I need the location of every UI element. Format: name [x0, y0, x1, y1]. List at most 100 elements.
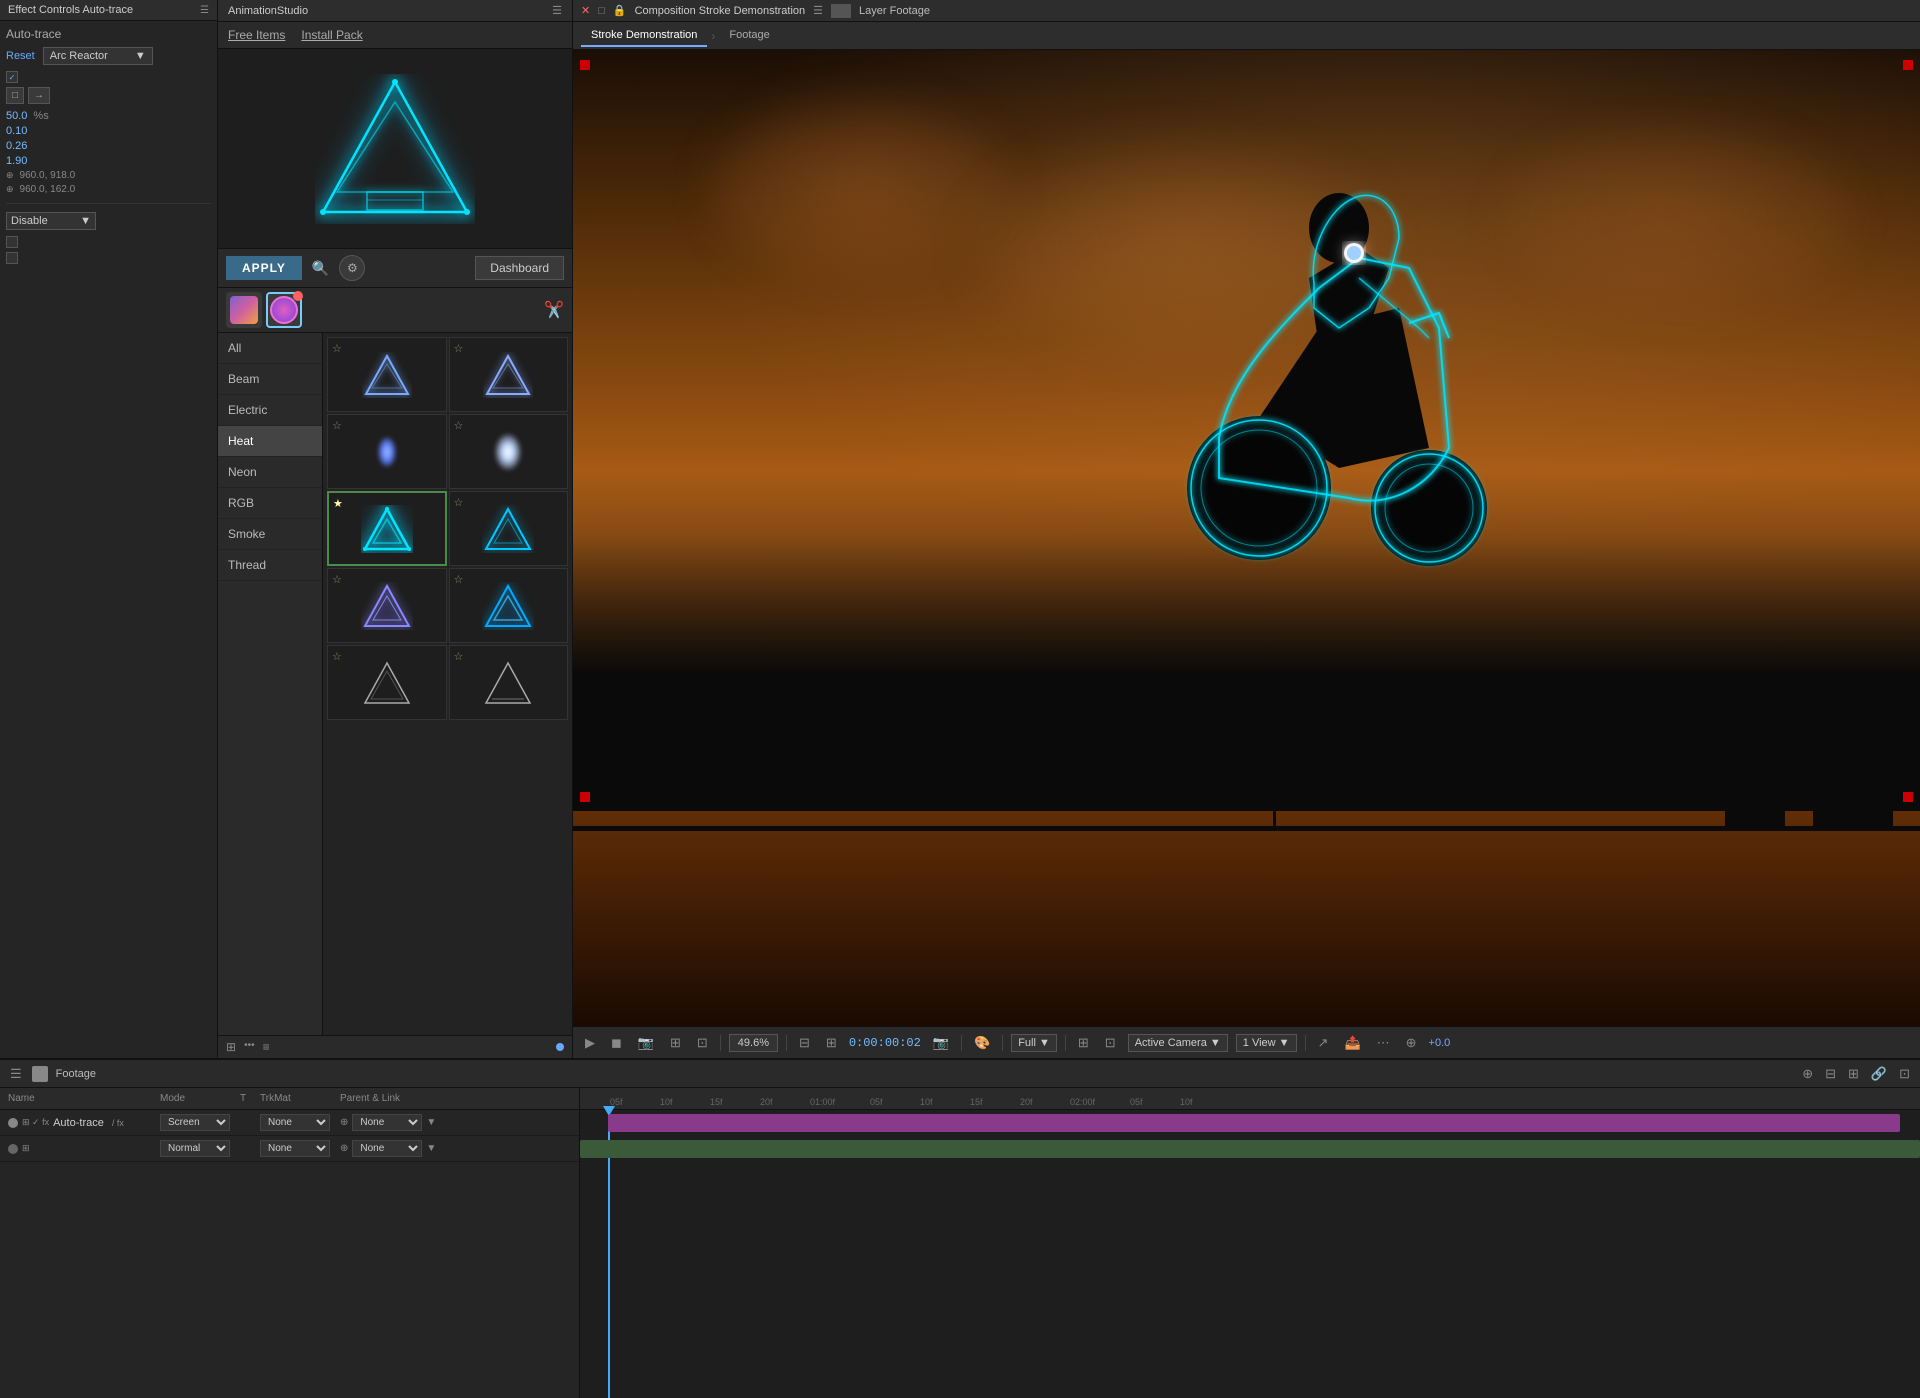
grid-item-2[interactable]: ☆: [449, 337, 569, 412]
star-9[interactable]: ☆: [332, 650, 342, 663]
tl-icon-3[interactable]: ⊞: [1846, 1064, 1861, 1084]
tl-icon-4[interactable]: 🔗: [1869, 1064, 1889, 1084]
parent-select-1[interactable]: None: [352, 1114, 422, 1131]
quality-select[interactable]: Full ▼: [1011, 1034, 1057, 1052]
viewer-render-btn[interactable]: ⊡: [1101, 1033, 1120, 1053]
comp-tab-footage[interactable]: Footage: [719, 25, 779, 47]
as-content: All Beam Electric Heat Neon RGB Smoke Th…: [218, 333, 572, 1035]
tl-track-1[interactable]: [608, 1114, 1900, 1132]
viewer-more-btn[interactable]: ⋯: [1373, 1033, 1394, 1053]
viewer-grid-btn[interactable]: ⊞: [666, 1033, 685, 1053]
third-checkbox[interactable]: [6, 252, 18, 264]
preset-dropdown[interactable]: Arc Reactor ▼: [43, 47, 153, 65]
icon-arrow[interactable]: →: [28, 87, 50, 104]
cat-electric[interactable]: Electric: [218, 395, 322, 426]
value-2[interactable]: 0.10: [6, 125, 27, 137]
viewer-stop-btn[interactable]: ◼: [607, 1033, 626, 1053]
viewer-play-btn[interactable]: ▶: [581, 1033, 599, 1053]
star-10[interactable]: ☆: [454, 650, 464, 663]
effect-checkbox[interactable]: [6, 71, 18, 83]
viewer-expand-btn[interactable]: ⊞: [822, 1033, 841, 1053]
mode-select-2[interactable]: Normal Screen: [160, 1140, 230, 1157]
parent-link-icon-2: ▼: [426, 1143, 436, 1154]
grid-view-icon[interactable]: ⊞: [226, 1040, 236, 1054]
tl-track-2[interactable]: [580, 1140, 1920, 1158]
tl-icon-1[interactable]: ⊕: [1800, 1064, 1815, 1084]
lock-icon[interactable]: 🔒: [613, 4, 627, 17]
mode-select-1[interactable]: Screen Normal: [160, 1114, 230, 1131]
tools-icon[interactable]: ✂️: [544, 300, 564, 320]
viewer-share-btn[interactable]: 📤: [1340, 1033, 1364, 1053]
comp-tab-stroke[interactable]: Stroke Demonstration: [581, 25, 707, 47]
tl-layer-row-1[interactable]: ⊞ ✓ fx Auto-trace / fx Screen Normal Non…: [0, 1110, 579, 1136]
comp-menu-icon[interactable]: ☰: [813, 4, 823, 17]
grid-item-3[interactable]: ☆: [327, 414, 447, 489]
grid-item-5[interactable]: ★: [327, 491, 447, 566]
zoom-display[interactable]: 49.6%: [729, 1034, 778, 1052]
viewer-snap-btn[interactable]: 📷: [929, 1033, 953, 1053]
star-4[interactable]: ☆: [454, 419, 464, 432]
dashboard-button[interactable]: Dashboard: [475, 256, 564, 280]
viewer-cam-btn[interactable]: 📷: [634, 1033, 658, 1053]
install-pack-link[interactable]: Install Pack: [301, 28, 362, 42]
tl-layer-row-2[interactable]: ⊞ Normal Screen None ⊕ N: [0, 1136, 579, 1162]
star-1[interactable]: ☆: [332, 342, 342, 355]
grid-item-6[interactable]: ☆: [449, 491, 569, 566]
viewer-comp-btn[interactable]: ⊞: [1074, 1033, 1093, 1053]
star-5[interactable]: ★: [333, 497, 343, 510]
coord-2[interactable]: 960.0, 162.0: [20, 184, 76, 195]
grid-item-4[interactable]: ☆: [449, 414, 569, 489]
star-6[interactable]: ☆: [454, 496, 464, 509]
trkmat-select-2[interactable]: None: [260, 1140, 330, 1157]
grid-item-9[interactable]: ☆: [327, 645, 447, 720]
grid-item-1[interactable]: ☆: [327, 337, 447, 412]
star-8[interactable]: ☆: [454, 573, 464, 586]
as-menu-icon[interactable]: ☰: [552, 4, 562, 17]
list-view-icon[interactable]: ≡: [263, 1040, 270, 1054]
tl-icon-5[interactable]: ⊡: [1897, 1064, 1912, 1084]
cat-heat[interactable]: Heat: [218, 426, 322, 457]
sep-3: [961, 1035, 962, 1051]
second-checkbox[interactable]: [6, 236, 18, 248]
dot-view-icon[interactable]: •••: [244, 1040, 255, 1054]
cat-all[interactable]: All: [218, 333, 322, 364]
settings-icon-btn[interactable]: ⚙: [339, 255, 365, 281]
tab-2[interactable]: [266, 292, 302, 328]
disable-select[interactable]: Disable▼: [6, 212, 96, 230]
icon-square[interactable]: □: [6, 87, 24, 104]
close-icon[interactable]: ✕: [581, 4, 590, 17]
grid-item-8[interactable]: ☆: [449, 568, 569, 643]
star-7[interactable]: ☆: [332, 573, 342, 586]
apply-button[interactable]: APPLY: [226, 256, 302, 280]
value-4[interactable]: 1.90: [6, 155, 27, 167]
grid-item-10[interactable]: ☆: [449, 645, 569, 720]
coord-1[interactable]: 960.0, 918.0: [20, 170, 76, 181]
cat-rgb[interactable]: RGB: [218, 488, 322, 519]
viewer-safe-btn[interactable]: ⊡: [693, 1033, 712, 1053]
cat-neon[interactable]: Neon: [218, 457, 322, 488]
star-3[interactable]: ☆: [332, 419, 342, 432]
search-icon[interactable]: 🔍: [308, 256, 333, 281]
star-2[interactable]: ☆: [454, 342, 464, 355]
cat-smoke[interactable]: Smoke: [218, 519, 322, 550]
tl-menu-icon[interactable]: ☰: [8, 1064, 24, 1084]
camera-select[interactable]: Active Camera ▼: [1128, 1034, 1228, 1052]
value-3[interactable]: 0.26: [6, 140, 27, 152]
grid-item-7[interactable]: ☆: [327, 568, 447, 643]
viewer-add-btn[interactable]: ⊕: [1402, 1033, 1421, 1053]
tl-icon-2[interactable]: ⊟: [1823, 1064, 1838, 1084]
cat-beam[interactable]: Beam: [218, 364, 322, 395]
viewer-resize-btn[interactable]: ⊟: [795, 1033, 814, 1053]
value-1[interactable]: 50.0: [6, 110, 27, 122]
panel-menu-icon[interactable]: ☰: [200, 5, 209, 16]
free-items-link[interactable]: Free Items: [228, 28, 285, 42]
layer-rename-1[interactable]: / fx: [112, 1118, 124, 1128]
viewer-export-btn[interactable]: ↗: [1314, 1033, 1333, 1053]
reset-button[interactable]: Reset: [6, 50, 35, 62]
parent-select-2[interactable]: None: [352, 1140, 422, 1157]
tab-1[interactable]: [226, 292, 262, 328]
view-select[interactable]: 1 View ▼: [1236, 1034, 1297, 1052]
viewer-color-btn[interactable]: 🎨: [970, 1033, 994, 1053]
cat-thread[interactable]: Thread: [218, 550, 322, 581]
trkmat-select-1[interactable]: None: [260, 1114, 330, 1131]
